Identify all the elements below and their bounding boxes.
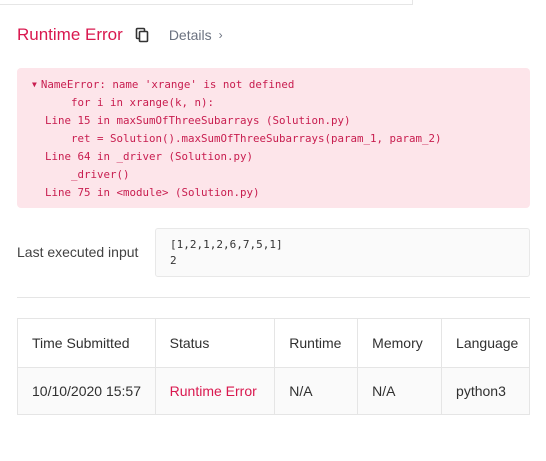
traceback-line[interactable]: ▼ NameError: name 'xrange' is not defined xyxy=(32,76,530,94)
last-input-box: [1,2,1,2,6,7,5,1] 2 xyxy=(155,228,530,277)
cell-memory: N/A xyxy=(357,367,443,415)
result-status-title: Runtime Error xyxy=(17,25,123,44)
column-header-time-submitted: Time Submitted xyxy=(17,318,156,368)
submissions-table: Time Submitted Status Runtime Memory Lan… xyxy=(17,318,530,415)
traceback-line: Line 75 in <module> (Solution.py) xyxy=(45,186,260,199)
last-input-label: Last executed input xyxy=(17,244,139,260)
traceback-line: for i in xrange(k, n): xyxy=(71,96,215,109)
copy-icon[interactable] xyxy=(135,27,149,43)
traceback-line: Line 15 in maxSumOfThreeSubarrays (Solut… xyxy=(45,114,351,127)
divider xyxy=(17,297,530,298)
table-header-row: Time Submitted Status Runtime Memory Lan… xyxy=(17,318,530,368)
result-header: Runtime Error Details › xyxy=(17,24,223,46)
cell-runtime: N/A xyxy=(274,367,359,415)
last-input-line: 2 xyxy=(170,254,177,267)
column-header-status: Status xyxy=(154,318,276,368)
column-header-memory: Memory xyxy=(357,318,443,368)
column-header-runtime: Runtime xyxy=(274,318,359,368)
details-label: Details xyxy=(168,27,212,43)
column-header-language: Language xyxy=(441,318,530,368)
cell-time-submitted: 10/10/2020 15:57 xyxy=(17,367,156,415)
cell-status[interactable]: Runtime Error xyxy=(154,367,276,415)
last-input-line: [1,2,1,2,6,7,5,1] xyxy=(170,238,283,251)
error-traceback-box: ▼ NameError: name 'xrange' is not defined… xyxy=(17,68,530,208)
cell-language: python3 xyxy=(441,367,530,415)
table-row[interactable]: 10/10/2020 15:57 Runtime Error N/A N/A p… xyxy=(17,367,530,415)
top-panel-edge xyxy=(0,0,413,5)
traceback-line: Line 64 in _driver (Solution.py) xyxy=(45,150,254,163)
traceback-line: _driver() xyxy=(71,168,130,181)
triangle-down-icon[interactable]: ▼ xyxy=(32,80,37,89)
traceback-line: ret = Solution().maxSumOfThreeSubarrays(… xyxy=(71,132,442,145)
chevron-right-icon: › xyxy=(218,28,223,42)
details-link[interactable]: Details › xyxy=(169,27,223,43)
